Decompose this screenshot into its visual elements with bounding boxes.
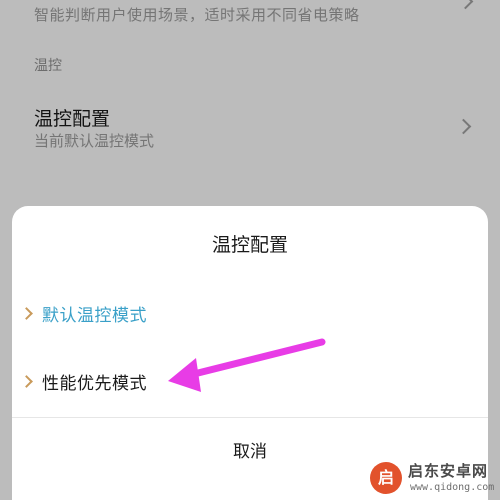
site-watermark: 启 启东安卓网 www.qidong.com	[368, 458, 500, 500]
watermark-logo-icon: 启	[370, 462, 402, 494]
chevron-right-icon	[20, 375, 33, 388]
dialog-divider	[12, 417, 488, 418]
watermark-url: www.qidong.com	[410, 482, 495, 493]
dialog-title: 温控配置	[211, 234, 288, 256]
option-label: 性能优先模式	[42, 374, 147, 394]
watermark-name: 启东安卓网	[408, 462, 489, 480]
settings-page: 智能判断用户使用场景，适时采用不同省电策略 温控 温控配置 当前默认温控模式 温…	[0, 0, 500, 500]
thermal-config-dialog: 温控配置 默认温控模式 性能优先模式 取消	[12, 206, 488, 500]
chevron-right-icon	[20, 307, 33, 320]
option-default-thermal[interactable]: 默认温控模式	[12, 290, 488, 340]
option-label: 默认温控模式	[42, 306, 147, 326]
option-performance-first[interactable]: 性能优先模式	[12, 358, 488, 408]
cancel-button[interactable]: 取消	[180, 430, 320, 474]
